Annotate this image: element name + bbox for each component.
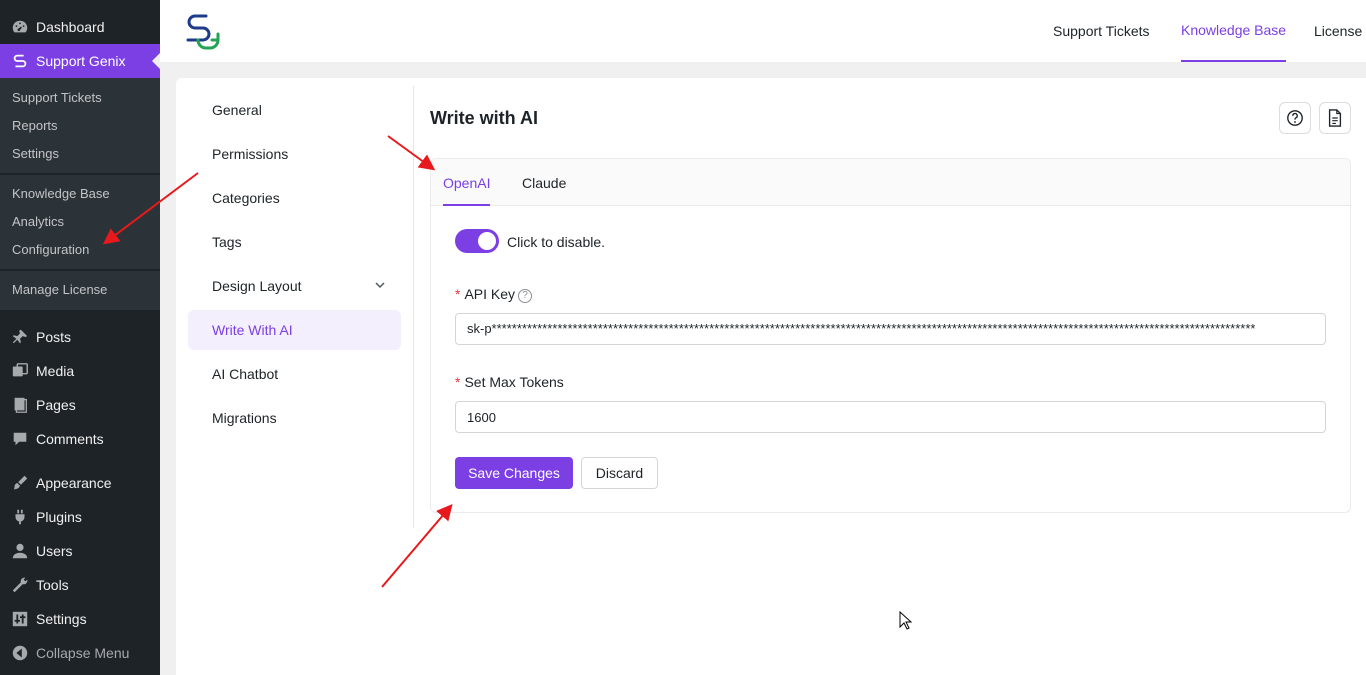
- sidebar-item-settings[interactable]: Settings: [0, 602, 160, 636]
- config-nav-ai-chatbot[interactable]: AI Chatbot: [188, 354, 401, 394]
- help-button[interactable]: [1279, 102, 1311, 134]
- sidebar-item-appearance[interactable]: Appearance: [0, 466, 160, 500]
- plugin-header: Support Tickets Knowledge Base License: [160, 0, 1366, 62]
- api-key-label-text: API Key: [464, 286, 516, 302]
- max-tokens-label-text: Set Max Tokens: [464, 374, 564, 390]
- config-nav-permissions[interactable]: Permissions: [188, 134, 401, 174]
- pin-icon: [10, 327, 30, 347]
- sidebar-item-media[interactable]: Media: [0, 354, 160, 388]
- sidebar-item-dashboard[interactable]: Dashboard: [0, 10, 160, 44]
- configuration-panel: General Permissions Categories Tags Desi…: [176, 78, 1366, 675]
- ai-settings-card: OpenAI Claude Click to disable. * API Key…: [430, 158, 1351, 513]
- sidebar-item-label: Media: [36, 363, 75, 379]
- config-nav-migrations[interactable]: Migrations: [188, 398, 401, 438]
- nav-divider: [413, 86, 414, 528]
- chevron-down-icon: [375, 266, 385, 306]
- help-circle-icon[interactable]: ?: [518, 288, 533, 303]
- submenu-reports[interactable]: Reports: [0, 112, 160, 140]
- wp-admin-sidebar: Dashboard Support Genix Support Tickets …: [0, 0, 160, 675]
- sidebar-item-label: Appearance: [36, 475, 112, 491]
- submenu-knowledge-base[interactable]: Knowledge Base: [0, 180, 160, 208]
- sidebar-item-support-genix[interactable]: Support Genix: [0, 44, 160, 78]
- sidebar-item-label: Users: [36, 543, 73, 559]
- sidebar-item-label: Settings: [36, 611, 87, 627]
- config-nav-label: Design Layout: [212, 278, 302, 294]
- collapse-menu-button[interactable]: Collapse Menu: [0, 636, 160, 670]
- submenu-support-tickets[interactable]: Support Tickets: [0, 84, 160, 112]
- submenu-settings[interactable]: Settings: [0, 140, 160, 168]
- tab-openai[interactable]: OpenAI: [443, 159, 491, 206]
- config-left-nav: General Permissions Categories Tags Desi…: [188, 90, 401, 442]
- collapse-icon: [10, 643, 30, 663]
- sidebar-item-label: Plugins: [36, 509, 82, 525]
- sidebar-item-posts[interactable]: Posts: [0, 320, 160, 354]
- support-genix-submenu: Support Tickets Reports Settings Knowled…: [0, 78, 160, 310]
- discard-button[interactable]: Discard: [581, 457, 658, 489]
- sidebar-item-label: Dashboard: [36, 19, 105, 35]
- pages-icon: [10, 395, 30, 415]
- topnav-license[interactable]: License: [1314, 0, 1362, 62]
- documentation-button[interactable]: [1319, 102, 1351, 134]
- mouse-cursor-icon: [899, 611, 913, 630]
- required-mark: *: [455, 374, 461, 390]
- media-icon: [10, 361, 30, 381]
- config-nav-tags[interactable]: Tags: [188, 222, 401, 262]
- config-nav-categories[interactable]: Categories: [188, 178, 401, 218]
- question-icon: [1287, 110, 1303, 126]
- sidebar-item-label: Posts: [36, 329, 72, 345]
- user-icon: [10, 541, 30, 561]
- config-nav-write-with-ai[interactable]: Write With AI: [188, 310, 401, 350]
- page-title: Write with AI: [430, 108, 538, 128]
- sidebar-item-tools[interactable]: Tools: [0, 568, 160, 602]
- sidebar-item-users[interactable]: Users: [0, 534, 160, 568]
- config-nav-design-layout[interactable]: Design Layout: [188, 266, 401, 306]
- api-key-input[interactable]: sk-p************************************…: [455, 313, 1326, 345]
- submenu-configuration[interactable]: Configuration: [0, 236, 160, 264]
- sidebar-item-label: Collapse Menu: [36, 645, 130, 661]
- wrench-icon: [10, 575, 30, 595]
- sidebar-item-label: Tools: [36, 577, 69, 593]
- plug-icon: [10, 507, 30, 527]
- api-key-label: * API Key?: [455, 286, 533, 303]
- sidebar-item-label: Pages: [36, 397, 76, 413]
- tab-claude[interactable]: Claude: [522, 159, 566, 206]
- config-nav-general[interactable]: General: [188, 90, 401, 130]
- sidebar-item-plugins[interactable]: Plugins: [0, 500, 160, 534]
- dashboard-icon: [10, 17, 30, 37]
- support-genix-logo[interactable]: [182, 12, 222, 52]
- document-icon: [1328, 109, 1342, 127]
- max-tokens-input[interactable]: [455, 401, 1326, 433]
- settings-sliders-icon: [10, 609, 30, 629]
- submenu-divider: [0, 269, 160, 271]
- comment-icon: [10, 429, 30, 449]
- submenu-manage-license[interactable]: Manage License: [0, 276, 160, 304]
- sidebar-item-comments[interactable]: Comments: [0, 422, 160, 456]
- submenu-divider: [0, 173, 160, 175]
- enable-toggle[interactable]: [455, 229, 499, 253]
- sidebar-item-label: Support Genix: [36, 53, 126, 69]
- save-changes-button[interactable]: Save Changes: [455, 457, 573, 489]
- topnav-support-tickets[interactable]: Support Tickets: [1053, 0, 1150, 62]
- ai-provider-tabs: OpenAI Claude: [431, 159, 1350, 206]
- submenu-analytics[interactable]: Analytics: [0, 208, 160, 236]
- brush-icon: [10, 473, 30, 493]
- toggle-label: Click to disable.: [507, 234, 606, 250]
- support-genix-icon: [10, 51, 30, 71]
- topnav-knowledge-base[interactable]: Knowledge Base: [1181, 0, 1287, 62]
- max-tokens-label: * Set Max Tokens: [455, 374, 564, 390]
- required-mark: *: [455, 286, 461, 302]
- sidebar-item-pages[interactable]: Pages: [0, 388, 160, 422]
- sidebar-item-label: Comments: [36, 431, 104, 447]
- toggle-knob: [478, 232, 496, 250]
